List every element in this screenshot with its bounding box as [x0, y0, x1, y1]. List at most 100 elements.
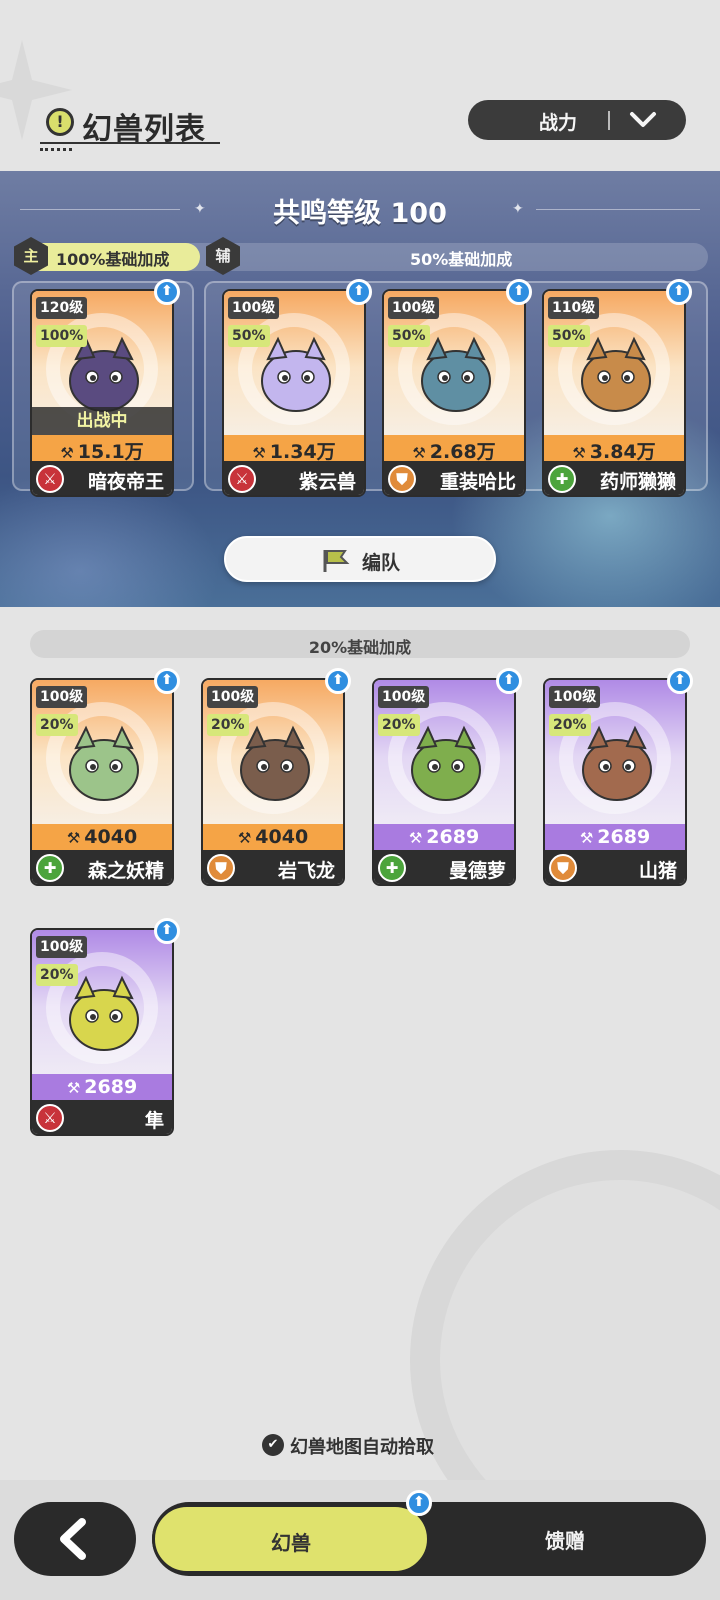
beast-card[interactable]: 120级 100% 出战中 ⚒ 15.1万 ⚔ 暗夜帝王 ⬆: [30, 279, 180, 497]
level-badge: 100级: [36, 936, 88, 958]
back-button[interactable]: [14, 1502, 136, 1576]
power-bar: ⚒ 3.84万: [544, 435, 684, 464]
tab-beasts[interactable]: 幻兽: [152, 1504, 430, 1574]
power-icon: ⚒: [252, 444, 266, 462]
beast-card[interactable]: 110级 50% ⚒ 3.84万 ✚ 药师獭獭 ⬆: [542, 279, 692, 497]
power-number: 1.34万: [269, 441, 336, 463]
heal-role-icon: ✚: [548, 465, 576, 493]
beast-card[interactable]: 100级 20% ⚒ 2689 ⚔ 隼 ⬆: [30, 918, 180, 1136]
power-bar: ⚒ 2.68万: [384, 435, 524, 464]
attack-role-icon: ⚔: [36, 465, 64, 493]
beast-card[interactable]: 100级 20% ⚒ 2689 ⛊ 山猪 ⬆: [543, 668, 693, 886]
power-number: 4040: [84, 826, 138, 848]
power-value: ⚒ 1.34万: [224, 437, 364, 464]
beast-card[interactable]: 100级 20% ⚒ 2689 ✚ 曼德萝 ⬆: [372, 668, 522, 886]
reserve-bonus-text: 20%基础加成: [308, 638, 412, 657]
power-bar: ⚒ 1.34万: [224, 435, 364, 464]
team-formation-label: 编队: [362, 552, 401, 574]
screen: ! 幻兽列表 战力 ✦ ✦ 共鸣等级 100 主 100%基础加成 辅 50%基…: [0, 0, 720, 1600]
level-badge: 100级: [549, 686, 601, 708]
level-badge: 100级: [207, 686, 259, 708]
title-dots: [40, 148, 72, 151]
power-icon: ⚒: [66, 829, 81, 847]
upgrade-arrow-icon[interactable]: ⬆: [154, 918, 180, 944]
upgrade-arrow-icon[interactable]: ⬆: [154, 668, 180, 694]
card-frame: 100级 20% ⚒ 2689 ✚ 曼德萝: [372, 678, 516, 886]
power-value: ⚒ 2689: [374, 826, 514, 848]
power-number: 4040: [255, 826, 309, 848]
beast-name: 森之妖精: [87, 860, 164, 882]
card-frame: 100级 20% ⚒ 4040 ✚ 森之妖精: [30, 678, 174, 886]
defense-role-icon: ⛊: [388, 465, 416, 493]
power-value: ⚒ 2689: [32, 1076, 172, 1098]
level-badge: 100级: [36, 686, 88, 708]
name-bar: ✚ 曼德萝: [374, 850, 514, 884]
power-icon: ⚒: [66, 1079, 81, 1097]
heal-role-icon: ✚: [36, 854, 64, 882]
back-arrow-icon: [60, 1518, 86, 1560]
title-underline: [40, 142, 220, 144]
beast-card[interactable]: 100级 20% ⚒ 4040 ⛊ 岩飞龙 ⬆: [201, 668, 351, 886]
beast-card[interactable]: 100级 50% ⚒ 2.68万 ⛊ 重装哈比 ⬆: [382, 279, 532, 497]
upgrade-arrow-icon[interactable]: ⬆: [154, 279, 180, 305]
bonus-percent-badge: 50%: [388, 325, 430, 347]
card-frame: 100级 50% ⚒ 2.68万 ⛊ 重装哈比: [382, 289, 526, 497]
beast-name: 山猪: [638, 860, 677, 882]
upgrade-arrow-icon: ⬆: [406, 1490, 432, 1516]
power-icon: ⚒: [572, 444, 586, 462]
power-bar: ⚒ 15.1万: [32, 435, 172, 464]
level-badge: 100级: [228, 297, 280, 319]
power-value: ⚒ 3.84万: [544, 437, 684, 464]
defense-role-icon: ⛊: [207, 854, 235, 882]
power-value: ⚒ 4040: [203, 826, 343, 848]
bonus-percent-badge: 20%: [207, 714, 249, 736]
upgrade-arrow-icon[interactable]: ⬆: [666, 279, 692, 305]
power-value: ⚒ 2689: [545, 826, 685, 848]
level-badge: 100级: [378, 686, 430, 708]
upgrade-arrow-icon[interactable]: ⬆: [667, 668, 693, 694]
auto-pickup-label: 幻兽地图自动拾取: [290, 1437, 434, 1458]
card-frame: 120级 100% 出战中 ⚒ 15.1万 ⚔ 暗夜帝王: [30, 289, 174, 497]
beast-card[interactable]: 100级 20% ⚒ 4040 ✚ 森之妖精 ⬆: [30, 668, 180, 886]
beast-name: 紫云兽: [298, 471, 356, 493]
upgrade-arrow-icon[interactable]: ⬆: [325, 668, 351, 694]
card-frame: 110级 50% ⚒ 3.84万 ✚ 药师獭獭: [542, 289, 686, 497]
power-bar: ⚒ 2689: [32, 1074, 172, 1100]
power-bar: ⚒ 2689: [374, 824, 514, 850]
chevron-down-icon: [630, 112, 656, 127]
power-icon: ⚒: [579, 829, 594, 847]
name-bar: ⚔ 隼: [32, 1100, 172, 1134]
name-bar: ⚔ 紫云兽: [224, 461, 364, 495]
team-formation-button[interactable]: 编队: [224, 536, 496, 582]
power-value: ⚒ 15.1万: [32, 437, 172, 464]
name-bar: ✚ 药师獭獭: [544, 461, 684, 495]
power-icon: ⚒: [412, 444, 426, 462]
beast-card[interactable]: 100级 50% ⚒ 1.34万 ⚔ 紫云兽 ⬆: [222, 279, 372, 497]
card-frame: 100级 20% ⚒ 2689 ⚔ 隼: [30, 928, 174, 1136]
power-number: 15.1万: [77, 441, 144, 463]
tab-gifts[interactable]: 馈赠: [430, 1525, 700, 1554]
name-bar: ⛊ 岩飞龙: [203, 850, 343, 884]
beast-name: 暗夜帝王: [87, 471, 164, 493]
level-badge: 100级: [388, 297, 440, 319]
power-icon: ⚒: [237, 829, 252, 847]
power-value: ⚒ 2.68万: [384, 437, 524, 464]
power-number: 2.68万: [429, 441, 496, 463]
bonus-percent-badge: 20%: [36, 714, 78, 736]
power-bar: ⚒ 2689: [545, 824, 685, 850]
sort-dropdown[interactable]: 战力: [468, 100, 686, 140]
power-icon: ⚒: [408, 829, 423, 847]
checkbox-checked-icon[interactable]: ✔: [262, 1434, 284, 1456]
defense-role-icon: ⛊: [549, 854, 577, 882]
attack-role-icon: ⚔: [228, 465, 256, 493]
upgrade-arrow-icon[interactable]: ⬆: [506, 279, 532, 305]
info-icon[interactable]: !: [46, 108, 74, 136]
beast-name: 重装哈比: [439, 471, 516, 493]
card-frame: 100级 20% ⚒ 2689 ⛊ 山猪: [543, 678, 687, 886]
attack-role-icon: ⚔: [36, 1104, 64, 1132]
upgrade-arrow-icon[interactable]: ⬆: [346, 279, 372, 305]
power-number: 3.84万: [589, 441, 656, 463]
power-value: ⚒ 4040: [32, 826, 172, 848]
power-number: 2689: [426, 826, 480, 848]
upgrade-arrow-icon[interactable]: ⬆: [496, 668, 522, 694]
